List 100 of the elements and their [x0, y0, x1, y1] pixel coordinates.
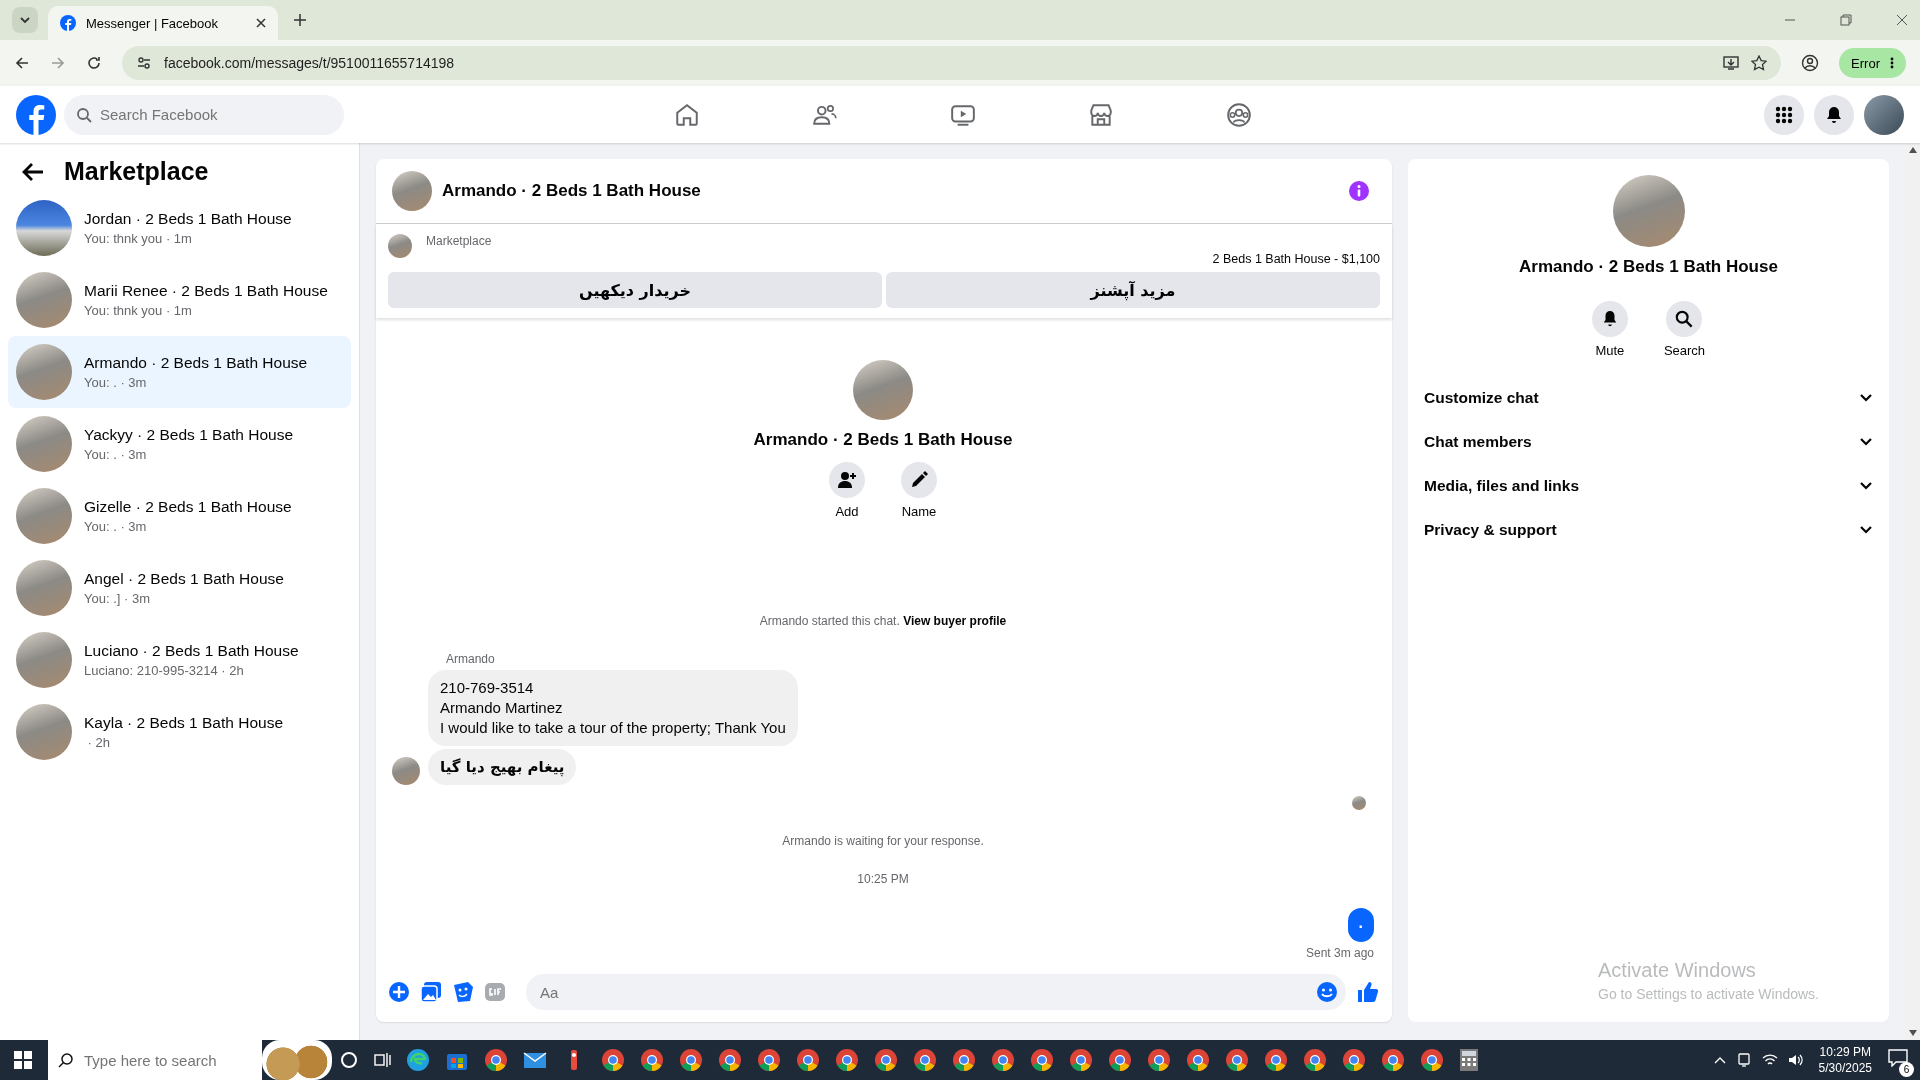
windows-start-icon[interactable] [14, 1051, 32, 1069]
task-view-icon[interactable] [372, 1051, 391, 1069]
chrome-icon[interactable] [756, 1048, 781, 1072]
facebook-logo-icon[interactable] [16, 94, 56, 135]
chrome-icon[interactable] [834, 1048, 859, 1072]
menu-button[interactable] [1764, 94, 1804, 135]
chrome-icon[interactable] [951, 1048, 976, 1072]
chrome-icon[interactable] [1107, 1048, 1132, 1072]
install-app-icon[interactable] [1723, 55, 1740, 71]
chrome-icon[interactable] [1341, 1048, 1366, 1072]
sender-name: Armando [446, 652, 496, 666]
conversation-item[interactable]: Jordan · 2 Beds 1 Bath House You: thnk you · 1m [8, 192, 351, 264]
conversation-item[interactable]: Yackyy · 2 Beds 1 Bath House You: . · 3m [8, 408, 351, 480]
conversation-item[interactable]: Angel · 2 Beds 1 Bath House You: .] · 3m [8, 552, 351, 624]
profile-icon[interactable] [1801, 54, 1820, 72]
search-field[interactable]: Search Facebook [64, 94, 344, 135]
chrome-icon[interactable] [678, 1048, 703, 1072]
details-section[interactable]: Media, files and links [1424, 464, 1873, 508]
scroll-up-icon[interactable] [1908, 147, 1917, 153]
image-icon[interactable] [420, 981, 442, 1003]
info-icon[interactable] [1348, 180, 1370, 202]
conversation-name: Luciano · 2 Beds 1 Bath House [84, 642, 299, 660]
details-section[interactable]: Privacy & support [1424, 508, 1873, 552]
listing-action-button[interactable]: خریدار دیکھیں [388, 272, 882, 308]
action-label: Mute [1595, 343, 1625, 358]
read-receipt-avatar [1352, 796, 1366, 810]
emoji-icon[interactable] [1316, 981, 1338, 1003]
conversation-item[interactable]: Marii Renee · 2 Beds 1 Bath House You: thnk you · 1m [8, 264, 351, 336]
scrollbar[interactable] [1905, 143, 1920, 1040]
device-icon[interactable] [1735, 1052, 1752, 1068]
chrome-icon[interactable] [1146, 1048, 1171, 1072]
conversation-item[interactable]: Luciano · 2 Beds 1 Bath House Luciano: 210-995-3214 · 2h [8, 624, 351, 696]
chrome-icon[interactable] [1302, 1048, 1327, 1072]
groups-icon[interactable] [1226, 101, 1252, 128]
message-input[interactable]: Aa [526, 974, 1346, 1010]
sticker-icon[interactable] [452, 981, 474, 1003]
chrome-icon[interactable] [1029, 1048, 1054, 1072]
chrome-icon[interactable] [1068, 1048, 1093, 1072]
cortana-icon[interactable] [339, 1051, 358, 1069]
action-label: Search [1663, 343, 1706, 358]
scroll-down-icon[interactable] [1908, 1030, 1917, 1036]
section-title: Customize chat [1424, 389, 1539, 407]
activation-title: Activate Windows [1598, 959, 1757, 982]
reload-icon[interactable] [86, 55, 102, 71]
listing-action-button[interactable]: مزید آپشنز [886, 272, 1380, 308]
browser-tab[interactable]: Messenger | Facebook [48, 6, 278, 40]
thumbs-up-icon[interactable] [1356, 980, 1380, 1004]
conversation-preview: Luciano: 210-995-3214 · 2h [84, 663, 245, 678]
chrome-icon[interactable] [912, 1048, 937, 1072]
action-label: Name [901, 504, 937, 519]
details-section[interactable]: Chat members [1424, 420, 1873, 464]
close-icon[interactable] [1896, 14, 1908, 26]
details-section[interactable]: Customize chat [1424, 376, 1873, 420]
calculator-icon[interactable] [1458, 1048, 1479, 1072]
taskbar-search-field[interactable]: Type here to search [48, 1040, 262, 1080]
chrome-icon[interactable] [1380, 1048, 1405, 1072]
bookmark-star-icon[interactable] [1751, 55, 1768, 71]
action-button[interactable] [901, 462, 937, 498]
chrome-icon[interactable] [483, 1048, 508, 1072]
chrome-icon[interactable] [600, 1048, 625, 1072]
photo-placeholder [16, 632, 72, 688]
home-icon[interactable] [674, 101, 700, 128]
notification-center-icon[interactable] [1888, 1049, 1908, 1067]
close-icon[interactable] [256, 18, 266, 28]
chrome-icon[interactable] [1263, 1048, 1288, 1072]
volume-icon[interactable] [1787, 1052, 1804, 1068]
restore-icon[interactable] [1840, 14, 1852, 26]
notification-count-badge: 6 [1899, 1062, 1914, 1077]
chrome-icon[interactable] [873, 1048, 898, 1072]
edge-icon[interactable] [405, 1048, 430, 1072]
action-button[interactable] [1666, 301, 1703, 337]
chrome-icon[interactable] [1224, 1048, 1249, 1072]
chrome-icon[interactable] [1419, 1048, 1444, 1072]
back-icon[interactable] [14, 55, 30, 71]
action-button[interactable] [1591, 301, 1628, 337]
chrome-icon[interactable] [1185, 1048, 1210, 1072]
chrome-icon[interactable] [639, 1048, 664, 1072]
conversation-item[interactable]: Kayla · 2 Beds 1 Bath House · 2h [8, 696, 351, 768]
chevron-up-icon[interactable] [1713, 1056, 1726, 1064]
grid-icon [1774, 104, 1794, 125]
site-settings-icon[interactable] [136, 55, 152, 71]
action-button[interactable] [829, 462, 865, 498]
address-bar[interactable]: facebook.com/messages/t/9510011655714198 [122, 46, 1782, 80]
chrome-icon[interactable] [717, 1048, 742, 1072]
forward-icon[interactable] [50, 55, 66, 71]
section-title: Privacy & support [1424, 521, 1557, 539]
account-avatar[interactable] [1864, 94, 1904, 135]
conversation-item[interactable]: Gizelle · 2 Beds 1 Bath House You: . · 3m [8, 480, 351, 552]
plus-icon[interactable] [388, 981, 410, 1003]
notifications-button[interactable] [1814, 94, 1854, 135]
conversation-item[interactable]: Armando · 2 Beds 1 Bath House You: . · 3m [8, 336, 351, 408]
back-arrow-icon[interactable] [22, 161, 44, 182]
chrome-icon[interactable] [795, 1048, 820, 1072]
chrome-icon[interactable] [990, 1048, 1015, 1072]
marketplace-icon[interactable] [1088, 101, 1114, 128]
new-tab-icon[interactable] [294, 14, 306, 26]
tab-search-button[interactable] [12, 7, 38, 33]
profile-error-button[interactable]: Error [1839, 48, 1906, 78]
photo-placeholder [16, 560, 72, 616]
view-buyer-profile-link[interactable]: View buyer profile [903, 614, 1007, 628]
